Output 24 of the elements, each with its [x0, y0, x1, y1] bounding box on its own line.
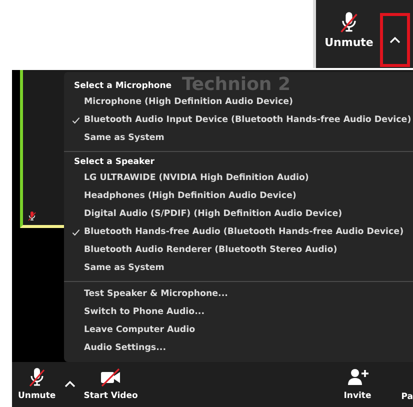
menu-item[interactable]: Same as System [64, 129, 413, 147]
menu-item[interactable]: Same as System [64, 259, 413, 277]
start-video-button[interactable]: Start Video [80, 362, 142, 405]
toolbar-label[interactable]: Pa [401, 391, 413, 404]
add-person-icon [346, 367, 370, 387]
check-icon [72, 116, 80, 124]
caret-icon [64, 380, 76, 388]
menu-item[interactable]: Switch to Phone Audio... [64, 303, 413, 321]
menu-item[interactable]: Leave Computer Audio [64, 321, 413, 339]
menu-item[interactable]: Bluetooth Audio Input Device (Bluetooth Hands-free Audio Device) [64, 111, 413, 129]
caret-icon [389, 36, 401, 44]
menu-item[interactable]: Digital Audio (S/PDIF) (High Definition Audio Device) [64, 205, 413, 223]
menu-item[interactable]: Bluetooth Hands-free Audio (Bluetooth Hands-free Audio Device) [64, 223, 413, 241]
invite-button[interactable]: Invite [340, 362, 376, 405]
menu-item[interactable]: Headphones (High Definition Audio Device) [64, 187, 413, 205]
menu-item[interactable]: Bluetooth Audio Renderer (Bluetooth Stereo Audio) [64, 241, 413, 259]
check-icon [72, 228, 80, 236]
menu-header: Select a Speaker [73, 156, 154, 169]
unmute-button[interactable]: Unmute [14, 362, 60, 405]
menu-header: Select a Microphone [73, 80, 172, 93]
menu-item[interactable]: Microphone (High Definition Audio Device) [64, 93, 413, 111]
menu-item[interactable]: Test Speaker & Microphone... [64, 285, 413, 303]
menu-item[interactable]: LG ULTRAWIDE (NVIDIA High Definition Audio) [64, 169, 413, 187]
menu-item[interactable]: Audio Settings... [64, 339, 413, 357]
